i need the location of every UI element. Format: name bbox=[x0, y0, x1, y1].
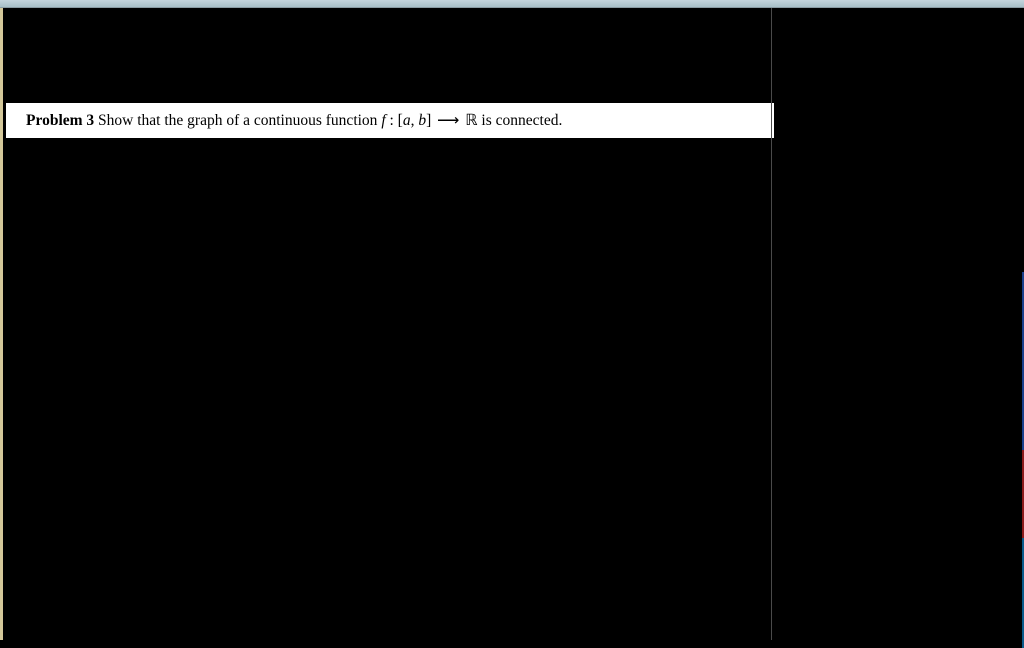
document-area: Problem 3 Show that the graph of a conti… bbox=[0, 8, 1024, 640]
page-container: Problem 3 Show that the graph of a conti… bbox=[3, 8, 771, 640]
math-bracket: ] bbox=[426, 112, 435, 129]
math-a: a bbox=[403, 112, 411, 129]
problem-statement: Problem 3 Show that the graph of a conti… bbox=[6, 103, 774, 138]
problem-text-pre: Show that the graph of a continuous func… bbox=[94, 112, 381, 129]
title-bar-sliver bbox=[0, 0, 1024, 8]
problem-text-post: is connected. bbox=[478, 112, 563, 129]
problem-label: Problem 3 bbox=[26, 112, 94, 129]
math-arrow: ⟶ bbox=[435, 109, 461, 132]
math-b: b bbox=[418, 112, 426, 129]
math-reals: ℝ bbox=[465, 112, 477, 129]
page-right-edge bbox=[771, 8, 772, 640]
math-colon: : [ bbox=[386, 112, 403, 129]
